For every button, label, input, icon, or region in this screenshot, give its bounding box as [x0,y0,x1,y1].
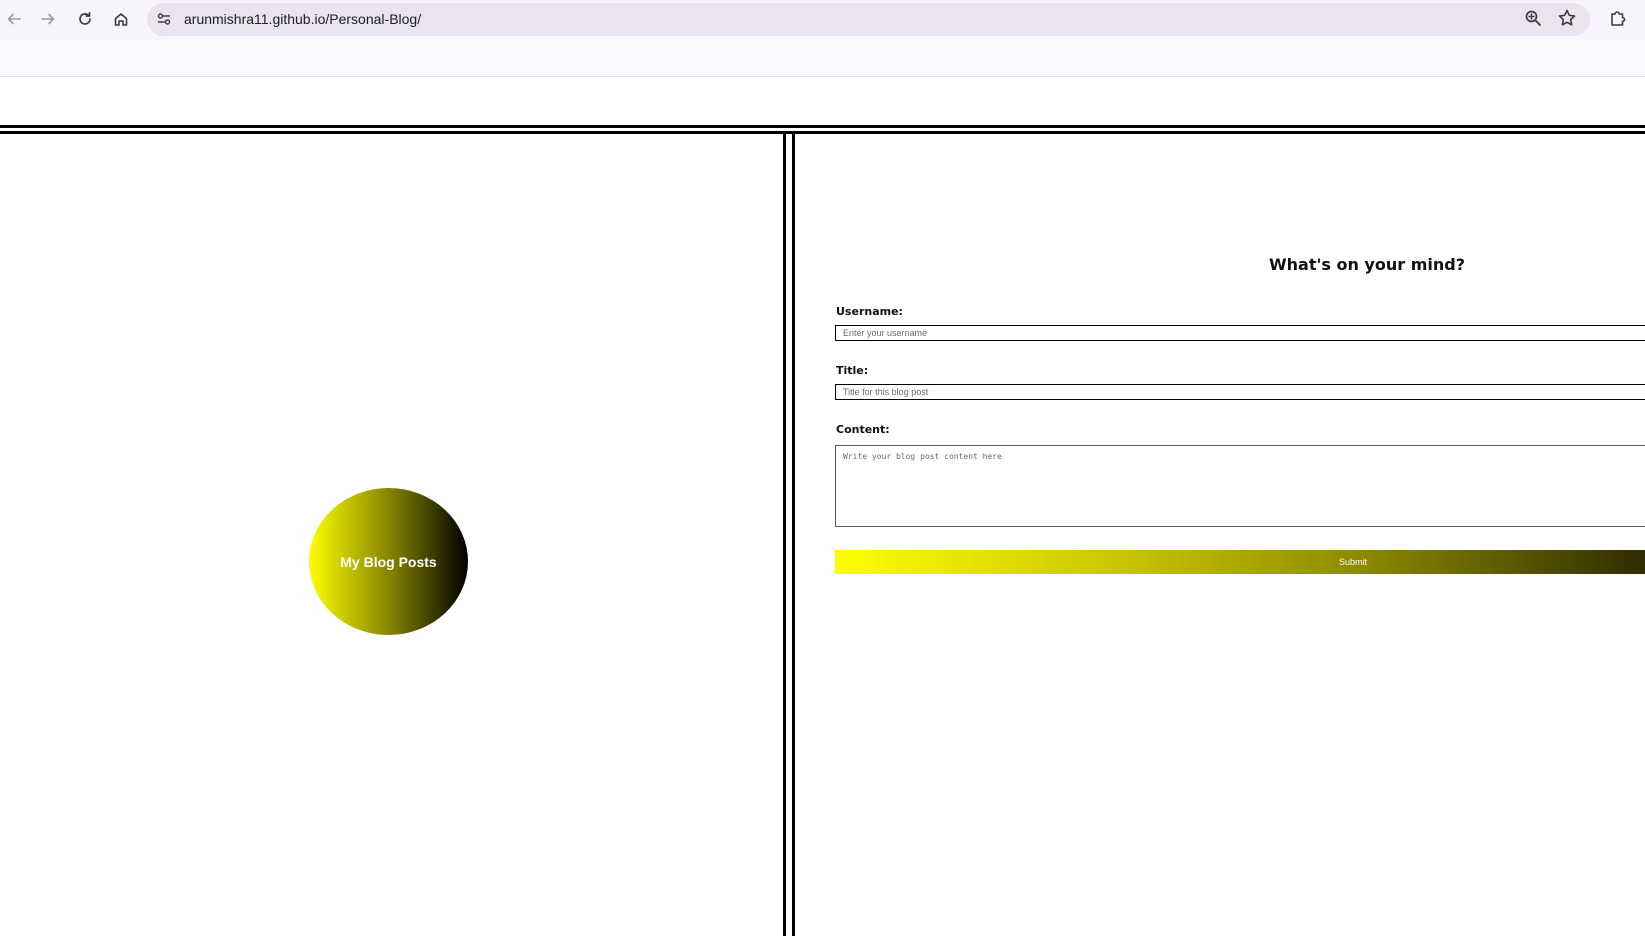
submit-button[interactable]: Submit [835,550,1645,574]
zoom-icon[interactable] [1524,9,1542,31]
username-input[interactable] [835,325,1645,341]
home-icon[interactable] [110,8,132,30]
right-panel [792,134,1645,936]
browser-secondary-strip [0,39,1645,77]
content-textarea[interactable] [835,445,1645,527]
title-label: Title: [836,364,869,377]
back-arrow-icon[interactable] [3,8,25,30]
browser-toolbar: arunmishra11.github.io/Personal-Blog/ [0,0,1645,39]
username-label: Username: [836,305,903,318]
header-divider-top [0,125,1645,128]
forward-arrow-icon[interactable] [37,8,59,30]
my-blog-posts-label: My Blog Posts [340,553,437,570]
form-title: What's on your mind? [1269,255,1465,274]
title-input[interactable] [835,384,1645,400]
bookmark-star-icon[interactable] [1557,8,1577,32]
extensions-icon[interactable] [1608,8,1628,32]
url-text[interactable]: arunmishra11.github.io/Personal-Blog/ [184,11,421,27]
content-label: Content: [836,423,890,436]
reload-icon[interactable] [74,8,96,30]
my-blog-posts-button[interactable]: My Blog Posts [309,488,468,635]
site-info-icon[interactable] [155,10,173,28]
